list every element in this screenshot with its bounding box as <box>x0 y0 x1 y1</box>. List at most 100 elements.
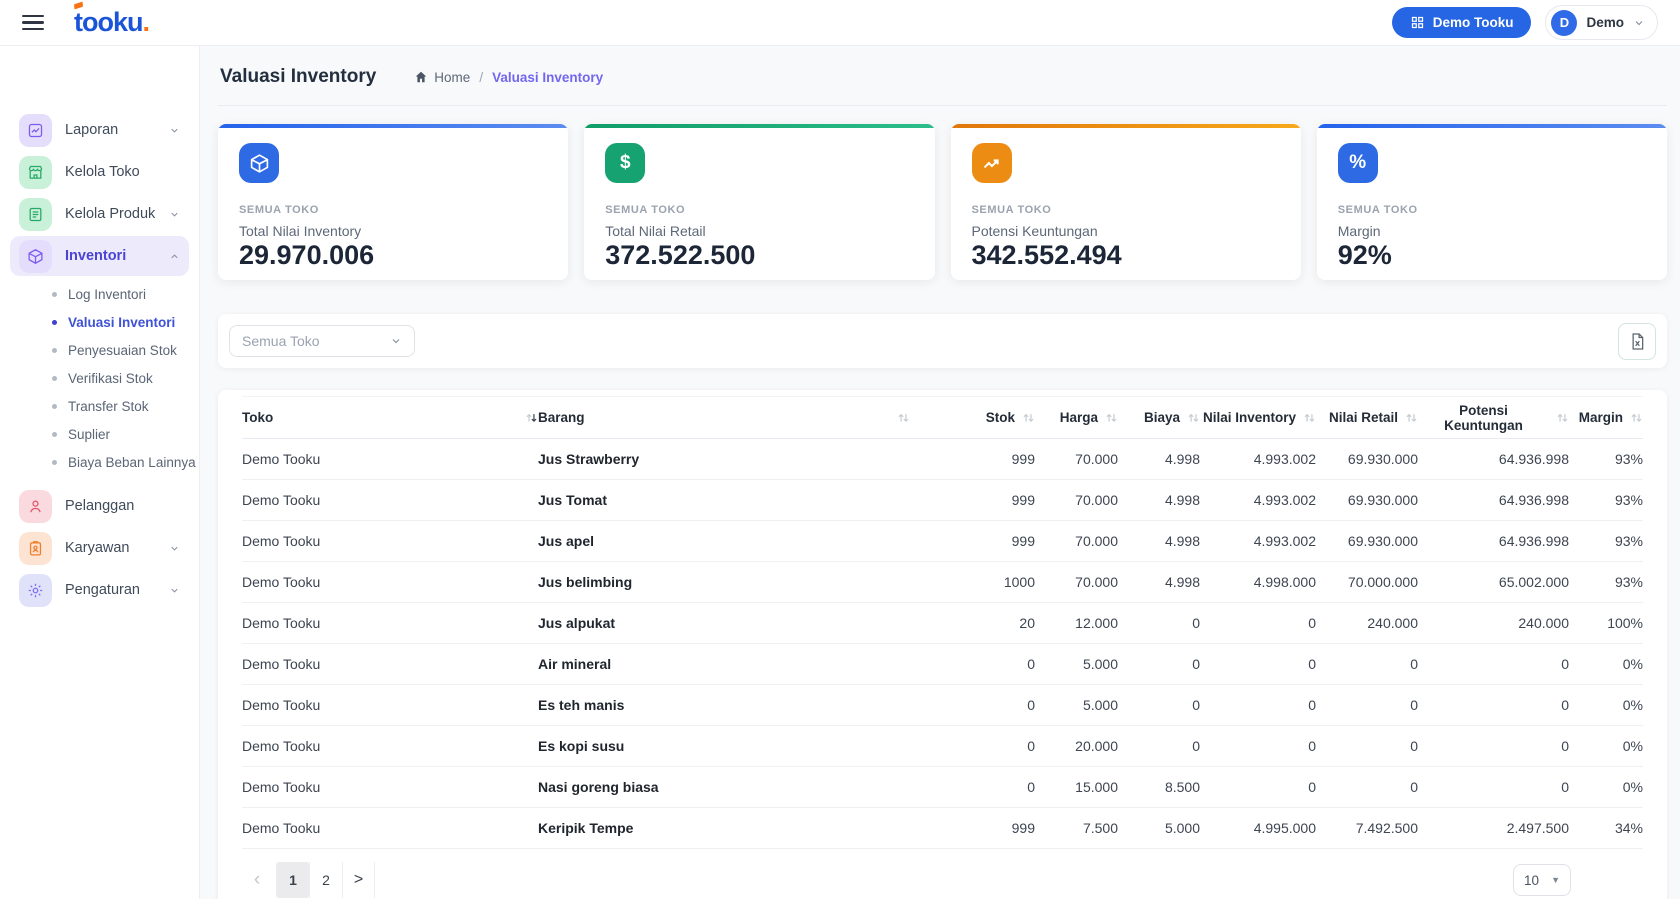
table-row: Demo TookuKeripik Tempe9997.5005.0004.99… <box>242 808 1643 849</box>
sidebar-subitem-biaya-beban-lainnya[interactable]: Biaya Beban Lainnya <box>0 448 199 476</box>
stat-card-potensi-keuntungan: SEMUA TOKOPotensi Keuntungan342.552.494 <box>951 124 1301 280</box>
cell-value: 0 <box>1316 767 1418 808</box>
bullet-icon <box>52 432 57 437</box>
sidebar-item-kelola-toko[interactable]: Kelola Toko <box>10 152 189 192</box>
column-header-barang[interactable]: Barang <box>538 397 910 439</box>
column-header-potensi-keuntungan[interactable]: Potensi Keuntungan <box>1418 397 1569 439</box>
cell-barang: Jus apel <box>538 521 910 562</box>
excel-file-icon <box>1628 332 1647 351</box>
stat-card-total-nilai-retail: $SEMUA TOKOTotal Nilai Retail372.522.500 <box>584 124 934 280</box>
cell-value: 93% <box>1569 439 1643 480</box>
cell-value: 4.993.002 <box>1200 521 1316 562</box>
sort-icon <box>1187 411 1200 424</box>
breadcrumb: Home / Valuasi Inventory <box>414 70 603 85</box>
cell-value: 0 <box>1118 644 1200 685</box>
chevron-up-icon <box>169 251 180 262</box>
table-row: Demo TookuAir mineral05.00000000% <box>242 644 1643 685</box>
home-icon <box>414 70 428 84</box>
sort-icon <box>525 411 538 424</box>
cell-barang: Jus Strawberry <box>538 439 910 480</box>
sidebar-item-label: Laporan <box>65 122 118 138</box>
cell-barang: Jus Tomat <box>538 480 910 521</box>
page-size-select[interactable]: 10 ▼ <box>1513 864 1571 896</box>
bullet-icon <box>52 376 57 381</box>
cell-value: 5.000 <box>1035 644 1118 685</box>
product-icon <box>19 198 52 231</box>
user-menu[interactable]: D Demo <box>1545 5 1658 40</box>
cell-value: 64.936.998 <box>1418 521 1569 562</box>
pagination-page-1[interactable]: 1 <box>276 862 309 898</box>
stat-card-margin: %SEMUA TOKOMargin92% <box>1317 124 1667 280</box>
cell-value: 7.492.500 <box>1316 808 1418 849</box>
cell-value: 100% <box>1569 603 1643 644</box>
sidebar-subitem-valuasi-inventori[interactable]: Valuasi Inventori <box>0 308 199 336</box>
sidebar-item-karyawan[interactable]: Karyawan <box>10 528 189 568</box>
cell-value: 93% <box>1569 480 1643 521</box>
cell-value: 4.995.000 <box>1200 808 1316 849</box>
cell-barang: Es kopi susu <box>538 726 910 767</box>
cell-value: 0 <box>1200 685 1316 726</box>
chart-icon <box>19 114 52 147</box>
cell-toko: Demo Tooku <box>242 726 538 767</box>
cell-value: 0 <box>1316 726 1418 767</box>
column-header-biaya[interactable]: Biaya <box>1118 397 1200 439</box>
sidebar-subitem-suplier[interactable]: Suplier <box>0 420 199 448</box>
store-filter-select[interactable]: Semua Toko <box>229 325 415 357</box>
card-scope: SEMUA TOKO <box>1338 204 1646 216</box>
column-header-stok[interactable]: Stok <box>910 397 1035 439</box>
sort-icon <box>1630 411 1643 424</box>
cell-value: 0 <box>910 685 1035 726</box>
pagination-prev-button[interactable]: ‹ <box>242 863 272 897</box>
cell-value: 70.000 <box>1035 521 1118 562</box>
sidebar-subitem-verifikasi-stok[interactable]: Verifikasi Stok <box>0 364 199 392</box>
pagination-next-button[interactable]: > <box>342 862 375 898</box>
cell-toko: Demo Tooku <box>242 644 538 685</box>
table-row: Demo TookuJus Tomat99970.0004.9984.993.0… <box>242 480 1643 521</box>
cell-value: 0 <box>1200 644 1316 685</box>
stat-cards-row: SEMUA TOKOTotal Nilai Inventory29.970.00… <box>218 124 1667 280</box>
cell-value: 0 <box>1118 726 1200 767</box>
cell-value: 999 <box>910 808 1035 849</box>
sidebar-subitem-transfer-stok[interactable]: Transfer Stok <box>0 392 199 420</box>
sidebar-item-pelanggan[interactable]: Pelanggan <box>10 486 189 526</box>
table-row: Demo TookuJus alpukat2012.00000240.00024… <box>242 603 1643 644</box>
sidebar-item-inventori[interactable]: Inventori <box>10 236 189 276</box>
cell-value: 70.000 <box>1035 562 1118 603</box>
menu-toggle-button[interactable] <box>22 15 44 31</box>
chevron-down-icon <box>390 335 402 347</box>
column-header-nilai-retail[interactable]: Nilai Retail <box>1316 397 1418 439</box>
sidebar-subitem-penyesuaian-stok[interactable]: Penyesuaian Stok <box>0 336 199 364</box>
cell-toko: Demo Tooku <box>242 562 538 603</box>
cell-value: 4.993.002 <box>1200 439 1316 480</box>
cell-value: 999 <box>910 439 1035 480</box>
cell-value: 4.998.000 <box>1200 562 1316 603</box>
cell-barang: Nasi goreng biasa <box>538 767 910 808</box>
card-label: Potensi Keuntungan <box>972 223 1280 239</box>
cell-value: 999 <box>910 521 1035 562</box>
column-header-margin[interactable]: Margin <box>1569 397 1643 439</box>
pagination-page-2[interactable]: 2 <box>309 862 342 898</box>
sort-icon <box>1105 411 1118 424</box>
cell-value: 1000 <box>910 562 1035 603</box>
sidebar-subitem-log-inventori[interactable]: Log Inventori <box>0 280 199 308</box>
export-excel-button[interactable] <box>1618 323 1656 360</box>
card-value: 342.552.494 <box>972 241 1280 271</box>
cell-value: 0 <box>910 767 1035 808</box>
breadcrumb-home-link[interactable]: Home <box>414 70 470 85</box>
sidebar-item-kelola-produk[interactable]: Kelola Produk <box>10 194 189 234</box>
workspace-button[interactable]: Demo Tooku <box>1392 7 1532 38</box>
cell-value: 69.930.000 <box>1316 521 1418 562</box>
table-row: Demo TookuEs kopi susu020.00000000% <box>242 726 1643 767</box>
cell-value: 0 <box>1200 603 1316 644</box>
cell-value: 64.936.998 <box>1418 480 1569 521</box>
chevron-down-icon <box>169 585 180 596</box>
column-header-nilai-inventory[interactable]: Nilai Inventory <box>1200 397 1316 439</box>
sidebar-item-pengaturan[interactable]: Pengaturan <box>10 570 189 610</box>
sidebar-item-label: Kelola Produk <box>65 206 155 222</box>
column-header-harga[interactable]: Harga <box>1035 397 1118 439</box>
sidebar-item-laporan[interactable]: Laporan <box>10 110 189 150</box>
column-header-toko[interactable]: Toko <box>242 397 538 439</box>
sidebar-item-label: Kelola Toko <box>65 164 140 180</box>
cell-value: 2.497.500 <box>1418 808 1569 849</box>
cell-value: 0% <box>1569 767 1643 808</box>
